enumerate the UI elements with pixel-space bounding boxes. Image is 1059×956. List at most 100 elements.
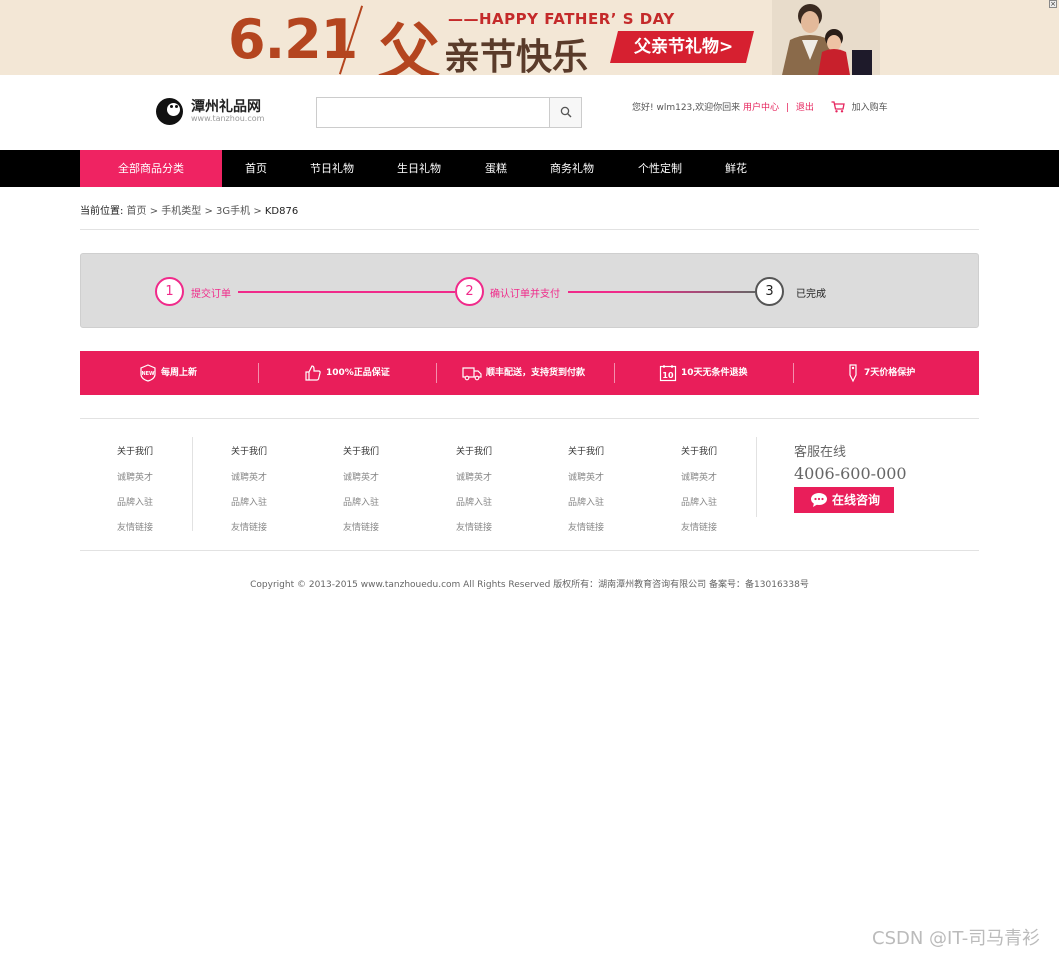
copyright-text: Copyright © 2013-2015 www.tanzhouedu.com…	[250, 580, 809, 590]
footer-link[interactable]: 友情链接	[117, 520, 153, 533]
footer-column-heading: 关于我们	[231, 447, 268, 457]
logout-link[interactable]: 退出	[796, 103, 814, 113]
nav-item-business-gifts[interactable]: 商务礼物	[550, 150, 594, 187]
thumbs-up-icon	[305, 364, 321, 381]
step-3-circle: 3	[755, 277, 784, 306]
banner-headline: 亲节快乐	[444, 36, 589, 75]
calendar-ten-text: 10	[662, 371, 674, 380]
footer-link[interactable]: 诚聘英才	[343, 470, 379, 483]
service-phone: 4006-600-000	[794, 464, 907, 483]
step-1-label: 提交订单	[191, 289, 231, 300]
logo-url: www.tanzhou.com	[191, 114, 265, 123]
nav-item-birthday-gifts[interactable]: 生日礼物	[397, 150, 441, 187]
price-tag-icon	[849, 363, 857, 382]
add-to-cart-link[interactable]: 加入购车	[852, 103, 888, 113]
main-nav: 全部商品分类 首页 节日礼物 生日礼物 蛋糕 商务礼物 个性定制 鲜花	[0, 150, 1059, 187]
footer-link[interactable]: 友情链接	[568, 520, 604, 533]
nav-all-categories[interactable]: 全部商品分类	[80, 150, 222, 187]
nav-item-holiday-gifts[interactable]: 节日礼物	[310, 150, 354, 187]
footer-link[interactable]: 诚聘英才	[117, 470, 153, 483]
footer-link[interactable]: 友情链接	[231, 520, 267, 533]
banner-date: 6.21	[228, 8, 358, 71]
feature-separator	[614, 363, 615, 383]
calendar-ten-icon: 10	[659, 364, 677, 381]
search-input[interactable]	[317, 98, 549, 127]
service-guarantee-strip: NEW 每周上新 100%正品保证 顺丰配送，支持货到付款 10 10天无条件退…	[80, 351, 979, 395]
footer-link[interactable]: 品牌入驻	[343, 495, 379, 508]
feature-weekly-new: NEW 每周上新	[139, 351, 197, 395]
new-badge-text: NEW	[141, 371, 155, 377]
step-2-connector	[568, 291, 755, 293]
footer-column: 关于我们 诚聘英才 品牌入驻 友情链接	[231, 444, 267, 545]
user-greeting: 您好! wlm123,欢迎你回来	[632, 103, 741, 113]
footer-link[interactable]: 品牌入驻	[117, 495, 153, 508]
feature-returns-label: 10天无条件退换	[681, 368, 748, 378]
breadcrumb-current: KD876	[264, 206, 299, 217]
footer-link[interactable]: 诚聘英才	[681, 470, 717, 483]
customer-service: 客服在线 4006-600-000 在线咨询	[794, 441, 907, 513]
footer-link[interactable]: 诚聘英才	[231, 470, 267, 483]
service-title: 客服在线	[794, 445, 847, 460]
feature-separator	[793, 363, 794, 383]
footer-link[interactable]: 诚聘英才	[456, 470, 492, 483]
new-badge-icon: NEW	[140, 363, 156, 382]
footer-link[interactable]: 诚聘英才	[568, 470, 604, 483]
footer-column: 关于我们 诚聘英才 品牌入驻 友情链接	[681, 444, 717, 545]
step-2-circle: 2	[455, 277, 484, 306]
footer-column-heading: 关于我们	[343, 447, 380, 457]
banner-fu-character: 父	[378, 16, 441, 75]
breadcrumb-lead: 当前位置:	[80, 206, 124, 217]
step-3-label: 已完成	[796, 289, 826, 300]
site-logo[interactable]: 潭州礼品网 www.tanzhou.com	[156, 96, 266, 126]
logo-face-icon	[156, 98, 183, 125]
banner-gift-button[interactable]: 父亲节礼物>	[610, 31, 754, 63]
nav-item-home[interactable]: 首页	[245, 150, 267, 187]
step-2-label: 确认订单并支付	[490, 289, 560, 300]
banner-close-icon[interactable]: ×	[1049, 0, 1057, 8]
logo-eye-right	[175, 105, 178, 108]
logo-eye-left	[170, 105, 173, 108]
breadcrumb-path[interactable]: 首页 > 手机类型 > 3G手机 >	[123, 206, 265, 217]
feature-genuine: 100%正品保证	[304, 351, 390, 395]
chat-bubble-icon	[811, 493, 827, 507]
footer-link[interactable]: 友情链接	[343, 520, 379, 533]
banner-gift-label: 父亲节礼物>	[634, 37, 734, 57]
search-button[interactable]	[549, 98, 581, 127]
footer-link[interactable]: 品牌入驻	[456, 495, 492, 508]
online-consult-button[interactable]: 在线咨询	[794, 487, 894, 513]
search-icon	[560, 106, 572, 118]
feature-price-protection: 7天价格保护	[846, 351, 915, 395]
feature-shipping: 顺丰配送，支持货到付款	[462, 351, 585, 395]
breadcrumb: 当前位置: 首页 > 手机类型 > 3G手机 > KD876	[80, 202, 298, 217]
online-consult-label: 在线咨询	[832, 493, 881, 507]
user-center-link[interactable]: 用户中心	[743, 103, 779, 113]
footer-column-heading: 关于我们	[681, 447, 718, 457]
feature-returns: 10 10天无条件退换	[659, 351, 748, 395]
footer-link[interactable]: 品牌入驻	[681, 495, 717, 508]
banner-father-son-photo	[772, 0, 880, 75]
nav-item-cake[interactable]: 蛋糕	[485, 150, 507, 187]
promo-banner[interactable]: 6.21 父 ——HAPPY FATHER’ S DAY 亲节快乐 父亲节礼物>…	[0, 0, 1059, 75]
feature-genuine-label: 100%正品保证	[326, 368, 390, 378]
feature-separator	[258, 363, 259, 383]
feature-weekly-new-label: 每周上新	[161, 368, 198, 378]
footer-link[interactable]: 品牌入驻	[231, 495, 267, 508]
user-bar-divider: |	[785, 103, 789, 113]
feature-shipping-label: 顺丰配送，支持货到付款	[486, 368, 586, 378]
watermark-text: CSDN @IT-司马青衫	[872, 928, 1041, 949]
user-bar: 您好! wlm123,欢迎你回来 用户中心 | 退出 加入购车	[632, 100, 888, 113]
nav-item-flowers[interactable]: 鲜花	[725, 150, 747, 187]
footer-link[interactable]: 友情链接	[456, 520, 492, 533]
footer-column: 关于我们 诚聘英才 品牌入驻 友情链接	[456, 444, 492, 545]
divider-footer-bottom	[80, 550, 979, 551]
footer-link[interactable]: 友情链接	[681, 520, 717, 533]
nav-item-custom[interactable]: 个性定制	[638, 150, 682, 187]
divider-top	[80, 229, 979, 230]
cart-icon[interactable]	[831, 101, 845, 113]
footer-column: 关于我们 诚聘英才 品牌入驻 友情链接	[117, 444, 153, 545]
footer-column-separator	[756, 437, 757, 517]
footer-column: 关于我们 诚聘英才 品牌入驻 友情链接	[343, 444, 379, 545]
footer-column-heading: 关于我们	[117, 447, 154, 457]
footer-link[interactable]: 品牌入驻	[568, 495, 604, 508]
footer-column-heading: 关于我们	[456, 447, 493, 457]
